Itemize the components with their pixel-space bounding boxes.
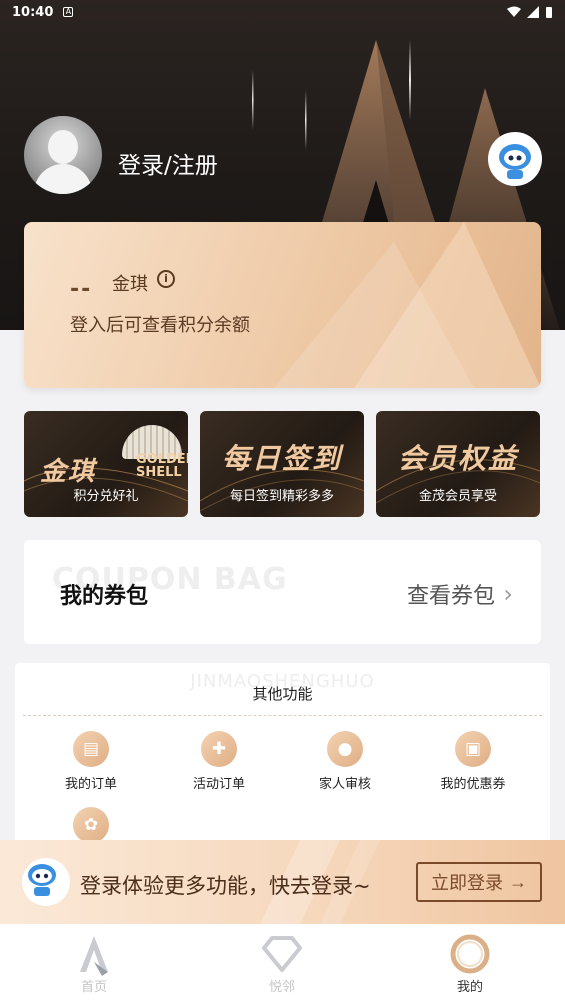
status-time: 10:40 xyxy=(12,4,54,20)
login-banner: 登录体验更多功能，快去登录~ 立即登录 → xyxy=(0,840,565,924)
coupon-bag-card[interactable]: COUPON BAG 我的券包 查看券包 › xyxy=(24,540,541,644)
status-bar: 10:40 A xyxy=(0,0,565,24)
tile-subtitle: 每日签到精彩多多 xyxy=(229,489,334,504)
other-functions-card: JINMAOSHENGHUO 其他功能 ▤ 我的订单 ✚ 活动订单 ● 家人审核… xyxy=(15,663,550,863)
tile-title: 金琪 xyxy=(40,457,97,487)
functions-title: 其他功能 xyxy=(252,685,313,703)
order-icon: ▤ xyxy=(73,731,109,767)
robot-assistant-icon[interactable] xyxy=(488,132,542,186)
divider xyxy=(23,715,542,716)
coupon-title: 我的券包 xyxy=(60,584,149,609)
tab-mine[interactable]: 我的 xyxy=(376,924,564,1004)
a-icon: A xyxy=(63,7,74,17)
settings-icon[interactable]: ✿ xyxy=(73,807,109,843)
wifi-icon xyxy=(507,6,521,17)
points-label: 金琪 xyxy=(112,274,148,295)
robot-assistant-icon xyxy=(22,858,70,906)
points-card[interactable]: -- 金琪 i 登入后可查看积分余额 xyxy=(24,222,541,388)
member-benefits-tile[interactable]: 会员权益 金茂会员享受 xyxy=(376,411,540,517)
coupon-icon: ▣ xyxy=(455,731,491,767)
battery-icon xyxy=(546,6,552,18)
my-coupons-item[interactable]: ▣ 我的优惠券 xyxy=(413,731,533,792)
login-banner-text: 登录体验更多功能，快去登录~ xyxy=(80,874,371,898)
ring-icon xyxy=(376,932,564,976)
diamond-icon xyxy=(188,932,376,976)
family-icon: ● xyxy=(327,731,363,767)
login-now-button[interactable]: 立即登录 → xyxy=(416,862,542,902)
golden-shell-logo-text: GOLDEN SHELL xyxy=(136,452,188,480)
info-icon[interactable]: i xyxy=(157,270,175,288)
points-tip: 登入后可查看积分余额 xyxy=(70,315,250,336)
view-coupons-link[interactable]: 查看券包 xyxy=(407,578,495,610)
daily-checkin-tile[interactable]: 每日签到 每日签到精彩多多 xyxy=(200,411,364,517)
login-register-link[interactable]: 登录/注册 xyxy=(118,146,218,180)
signal-icon xyxy=(527,6,539,18)
bottom-nav: 首页 悦邻 我的 xyxy=(0,924,565,1004)
tab-neighbors[interactable]: 悦邻 xyxy=(188,924,376,1004)
family-review-item[interactable]: ● 家人审核 xyxy=(285,731,405,792)
arrow-right-icon: → xyxy=(509,871,527,892)
tile-subtitle: 金茂会员享受 xyxy=(418,489,497,504)
golden-shell-tile[interactable]: 金琪 GOLDEN SHELL 积分兑好礼 xyxy=(24,411,188,517)
tile-title: 会员权益 xyxy=(397,442,518,475)
chevron-right-icon: › xyxy=(503,580,513,608)
tile-subtitle: 积分兑好礼 xyxy=(73,489,139,504)
tab-home[interactable]: 首页 xyxy=(0,924,188,1004)
activity-icon: ✚ xyxy=(201,731,237,767)
my-orders-item[interactable]: ▤ 我的订单 xyxy=(31,731,151,792)
activity-orders-item[interactable]: ✚ 活动订单 xyxy=(159,731,279,792)
tile-title: 每日签到 xyxy=(221,442,342,475)
home-icon xyxy=(0,932,188,976)
avatar[interactable] xyxy=(24,116,102,194)
points-value: -- xyxy=(70,277,93,302)
